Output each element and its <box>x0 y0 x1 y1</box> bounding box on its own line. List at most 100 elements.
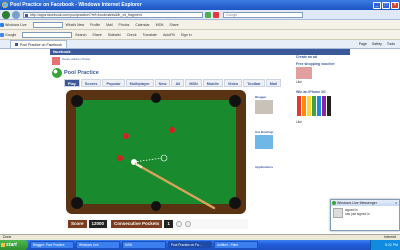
address-bar: http://apps.facebook.com/poolpractice/?r… <box>0 10 400 20</box>
system-tray-clock[interactable]: 5:22 PM <box>370 240 400 250</box>
tab-new[interactable]: New <box>154 79 171 87</box>
url-input[interactable]: http://apps.facebook.com/poolpractice/?r… <box>23 11 203 18</box>
sidebar-item-blogger[interactable]: Blogger <box>255 95 295 114</box>
sidebar-column: Blogger Get Bowling! Applications <box>255 55 295 234</box>
close-button[interactable]: × <box>391 1 399 9</box>
search-input[interactable]: Google <box>223 11 303 18</box>
sidebar-heading: Blogger <box>255 95 267 99</box>
tab-all[interactable]: All <box>171 79 185 87</box>
toolbar1-item[interactable]: Photos <box>119 23 130 27</box>
back-button[interactable] <box>2 10 10 19</box>
ad-item[interactable]: Free shopping voucher Like <box>296 62 350 84</box>
stop-icon[interactable] <box>213 11 219 18</box>
window-title: Pool Practice on Facebook - Windows Inte… <box>10 2 142 8</box>
toolbar2-item[interactable]: Search <box>75 33 86 37</box>
pockets-label: Consecutive Pockets <box>111 220 163 228</box>
sidebar-heading: Applications <box>255 165 274 169</box>
windows-flag-icon <box>1 243 5 247</box>
game-tabs: Play Scores Popular Multiplayer New All … <box>64 79 282 87</box>
score-label: Score <box>68 220 87 228</box>
red-ball <box>117 155 123 161</box>
forward-button[interactable] <box>12 10 20 19</box>
command-safety[interactable]: Safety <box>372 42 382 46</box>
promo-image <box>52 57 60 65</box>
maximize-button[interactable]: □ <box>382 1 390 9</box>
sound-icon[interactable] <box>175 221 182 227</box>
title-bar[interactable]: Pool Practice on Facebook - Windows Inte… <box>0 0 400 10</box>
ad-image <box>296 67 312 79</box>
messenger-icon <box>332 201 336 205</box>
windows-live-icon <box>0 22 4 27</box>
google-logo: Google <box>0 32 16 37</box>
ad-like[interactable]: Like <box>296 80 350 84</box>
tab-bar: Pool Practice on Facebook Page Safety To… <box>0 40 400 49</box>
facebook-favicon-icon <box>25 13 28 17</box>
red-ball <box>169 127 175 133</box>
pocket-top-middle <box>151 93 161 103</box>
refresh-icon[interactable] <box>205 11 211 18</box>
toolbar2-item[interactable]: Translate <box>143 33 157 37</box>
score-bar: Score 12000 Consecutive Pockets 1 <box>64 219 248 229</box>
minimize-button[interactable]: _ <box>373 1 381 9</box>
taskbar-item[interactable]: Windows Live <box>76 241 120 249</box>
facebook-tab-icon <box>15 43 18 46</box>
page-content: facebook Texas Hold'em Poker Pool Practi… <box>0 49 400 234</box>
iphone-colors-image <box>297 96 331 116</box>
sidebar-image <box>255 100 273 114</box>
pocket-bottom-right <box>229 197 241 209</box>
toolbar1-item[interactable]: Share <box>169 23 178 27</box>
tab-scores[interactable]: Scores <box>80 79 102 87</box>
command-page[interactable]: Page <box>359 42 367 46</box>
sidebar-item-bowling[interactable]: Get Bowling! <box>255 130 295 149</box>
tab-mobile[interactable]: Mobile <box>202 79 223 87</box>
pocket-bottom-middle <box>151 201 161 211</box>
taskbar-item[interactable]: MSN <box>122 241 166 249</box>
page-gutter <box>0 49 50 234</box>
messenger-title: Windows Live Messenger <box>337 201 377 205</box>
tab-multiplayer[interactable]: Multiplayer <box>125 79 154 87</box>
taskbar-item[interactable]: Blogger: Pool Practice <box>30 241 74 249</box>
toolbar1-item[interactable]: What's New <box>66 23 85 27</box>
browser-tab[interactable]: Pool Practice on Facebook <box>10 40 67 48</box>
toolbar2-item[interactable]: Sidewiki <box>108 33 121 37</box>
toolbar1-item[interactable]: Mail <box>106 23 112 27</box>
promo-link[interactable]: Texas Hold'em Poker <box>52 57 112 67</box>
google-toolbar: Google Search Share Sidewiki Check Trans… <box>0 30 400 40</box>
ie-window: Pool Practice on Facebook - Windows Inte… <box>0 0 400 250</box>
ad-item[interactable]: Win an iPhone 3G Like <box>296 90 350 124</box>
toolbar1-item[interactable]: Profile <box>90 23 100 27</box>
toolbar2-item[interactable]: Share <box>92 33 101 37</box>
tab-play[interactable]: Play <box>64 79 80 87</box>
command-bar: Page Safety Tools <box>359 42 400 46</box>
tab-popular[interactable]: Popular <box>102 79 125 87</box>
ie-icon <box>2 2 8 8</box>
pool-table[interactable] <box>64 88 248 218</box>
ad-like[interactable]: Like <box>296 120 350 124</box>
taskbar: start Blogger: Pool Practice Windows Liv… <box>0 240 400 250</box>
tab-msn[interactable]: MSN <box>185 79 202 87</box>
promo-text: Texas Hold'em Poker <box>62 57 91 61</box>
avatar <box>333 208 343 218</box>
messenger-popup[interactable]: Windows Live Messenger × signed in has j… <box>330 199 400 231</box>
toolbar2-item[interactable]: Check <box>127 33 137 37</box>
pool-ball-logo-icon <box>52 68 62 78</box>
tab-video[interactable]: Video <box>223 79 243 87</box>
live-search-input[interactable] <box>32 21 63 28</box>
toolbar2-item[interactable]: AutoFill <box>163 33 175 37</box>
toolbar1-item[interactable]: Calendar <box>135 23 149 27</box>
taskbar-item[interactable]: Pool Practice on Fa... <box>168 241 212 249</box>
start-button[interactable]: start <box>0 240 28 250</box>
taskbar-item[interactable]: Untitled - Paint <box>214 241 258 249</box>
google-search-input[interactable] <box>22 31 73 38</box>
settings-icon[interactable] <box>184 221 191 227</box>
toolbar1-item[interactable]: MSN <box>156 23 164 27</box>
create-ad-link[interactable]: Create an ad <box>296 55 350 59</box>
toolbar1-item[interactable]: Windows Live <box>0 22 27 27</box>
command-tools[interactable]: Tools <box>387 42 395 46</box>
app-header: Pool Practice <box>52 68 232 78</box>
windows-live-toolbar: Windows Live What's New Profile Mail Pho… <box>0 20 400 30</box>
toolbar2-item[interactable]: Sign In <box>181 33 192 37</box>
table-felt <box>76 100 236 204</box>
sidebar-item-applications[interactable]: Applications <box>255 165 295 169</box>
game-area[interactable]: Score 12000 Consecutive Pockets 1 <box>64 88 248 231</box>
